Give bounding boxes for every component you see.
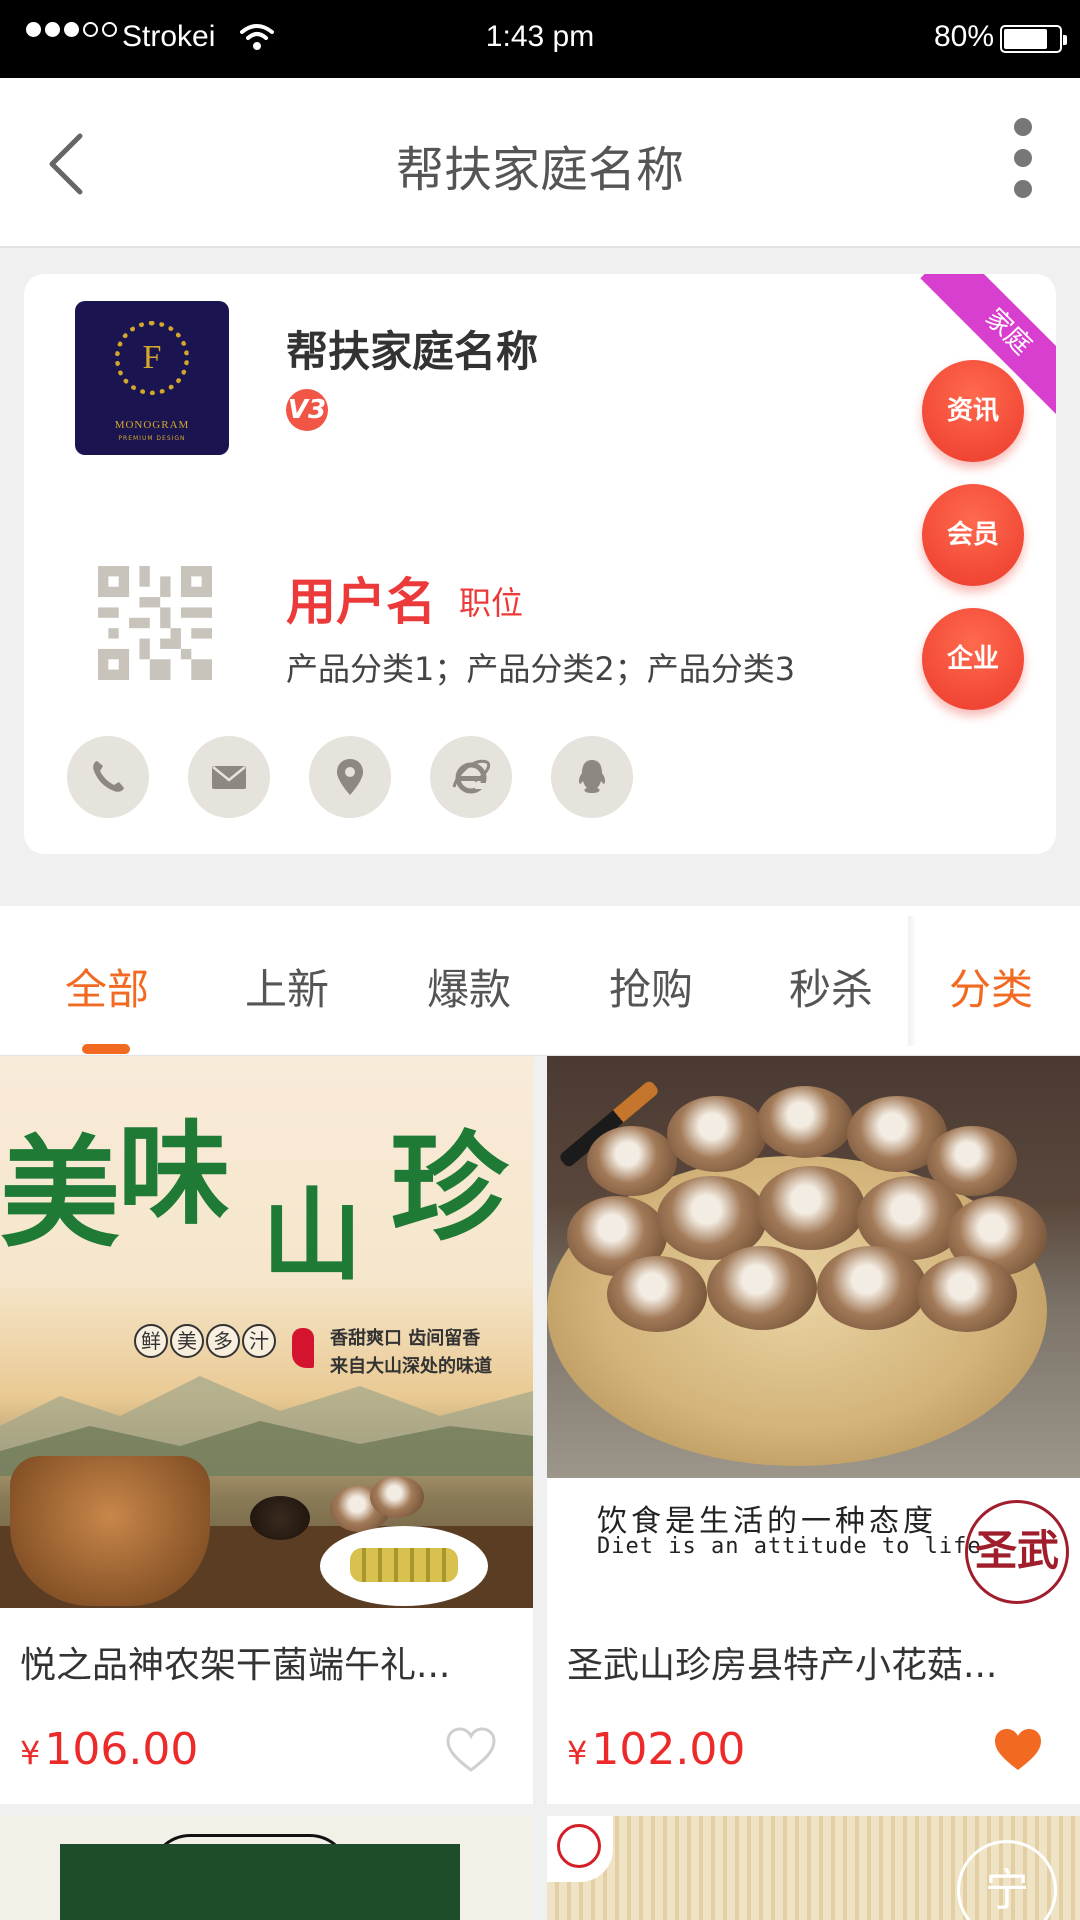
image-slogan: 来自大山深处的味道 — [330, 1356, 492, 1377]
app-screen: Strokei 1:43 pm 80% 帮扶家庭名称 F MONOGRAM PR… — [0, 0, 1080, 1920]
enterprise-button[interactable]: 企业 — [922, 608, 1024, 710]
tab-hot[interactable]: 爆款 — [394, 956, 544, 1017]
family-name: 帮扶家庭名称 — [286, 327, 539, 376]
page-title: 帮扶家庭名称 — [395, 142, 684, 198]
product-tabs: 全部 上新 爆款 抢购 秒杀 分类 — [0, 906, 1080, 1056]
battery-percent: 80% — [933, 20, 994, 53]
image-slogan-en: Diet is an attitude to life — [597, 1534, 982, 1559]
image-title-char: 美 — [0, 1123, 120, 1264]
product-image[interactable]: 美 味 山 珍 鲜 美 多 汁 香甜爽口 齿间留香 来自大山深处的味道 — [0, 1056, 533, 1608]
qq-icon[interactable] — [551, 736, 633, 818]
product-image[interactable] — [60, 1844, 460, 1920]
tab-divider — [908, 916, 916, 1046]
image-tags: 鲜 美 多 汁 — [134, 1324, 276, 1358]
heart-filled-icon[interactable] — [992, 1726, 1044, 1774]
nav-bar: 帮扶家庭名称 — [0, 78, 1080, 248]
product-price: ¥106.00 — [20, 1724, 199, 1775]
plate — [320, 1526, 488, 1606]
image-title-char: 山 — [262, 1176, 362, 1294]
user-name: 用户名 — [286, 573, 436, 631]
profile-card: F MONOGRAM PREMIUM DESIGN 帮扶家庭名称 V3 家庭 资… — [24, 274, 1056, 854]
mail-icon[interactable] — [188, 736, 270, 818]
location-icon[interactable] — [309, 736, 391, 818]
tab-flash-sale[interactable]: 秒杀 — [756, 956, 906, 1017]
family-logo: F MONOGRAM PREMIUM DESIGN — [75, 301, 229, 455]
vip-level-badge: V3 — [286, 389, 328, 431]
tab-rush-buy[interactable]: 抢购 — [576, 956, 726, 1017]
brand-logo — [547, 1816, 613, 1882]
product-name[interactable]: 圣武山珍房县特产小花菇... — [567, 1636, 1067, 1688]
tab-category[interactable]: 分类 — [916, 956, 1066, 1017]
browser-icon[interactable] — [430, 736, 512, 818]
product-price: ¥102.00 — [567, 1724, 746, 1775]
image-title-char: 味 — [118, 1109, 230, 1240]
qr-code-icon[interactable] — [98, 566, 212, 680]
battery-icon — [1000, 25, 1067, 53]
heart-outline-icon[interactable] — [445, 1726, 497, 1774]
image-title-char: 珍 — [390, 1118, 509, 1257]
news-button[interactable]: 资讯 — [922, 360, 1024, 462]
member-button[interactable]: 会员 — [922, 484, 1024, 586]
user-position: 职位 — [459, 584, 524, 622]
product-card[interactable] — [0, 1816, 533, 1920]
mushroom-basket — [10, 1456, 210, 1606]
product-name[interactable]: 悦之品神农架干菌端午礼... — [20, 1636, 520, 1688]
brand-circle-mark: 宁 — [957, 1840, 1057, 1920]
more-vertical-icon[interactable] — [998, 118, 1048, 198]
status-time: 1:43 pm — [485, 20, 595, 53]
brand-seal: 圣武 — [965, 1500, 1069, 1604]
tab-all[interactable]: 全部 — [32, 956, 182, 1017]
phone-icon[interactable] — [67, 736, 149, 818]
tab-new[interactable]: 上新 — [212, 956, 362, 1017]
product-categories: 产品分类1；产品分类2；产品分类3 — [286, 650, 796, 688]
product-image[interactable]: 饮食是生活的一种态度 Diet is an attitude to life 圣… — [547, 1056, 1080, 1608]
active-tab-indicator — [82, 1044, 130, 1054]
product-card[interactable]: 宁 — [547, 1816, 1080, 1920]
product-card[interactable]: 美 味 山 珍 鲜 美 多 汁 香甜爽口 齿间留香 来自大山深处的味道 悦之品神… — [0, 1056, 533, 1804]
product-card[interactable]: 饮食是生活的一种态度 Diet is an attitude to life 圣… — [547, 1056, 1080, 1804]
logo-text: MONOGRAM — [114, 419, 190, 431]
status-bar: Strokei 1:43 pm 80% — [0, 0, 1080, 78]
logo-letter: F — [142, 339, 162, 376]
quote-mark-icon — [292, 1328, 314, 1368]
image-slogan: 香甜爽口 齿间留香 — [330, 1328, 481, 1349]
logo-subtext: PREMIUM DESIGN — [118, 435, 186, 442]
